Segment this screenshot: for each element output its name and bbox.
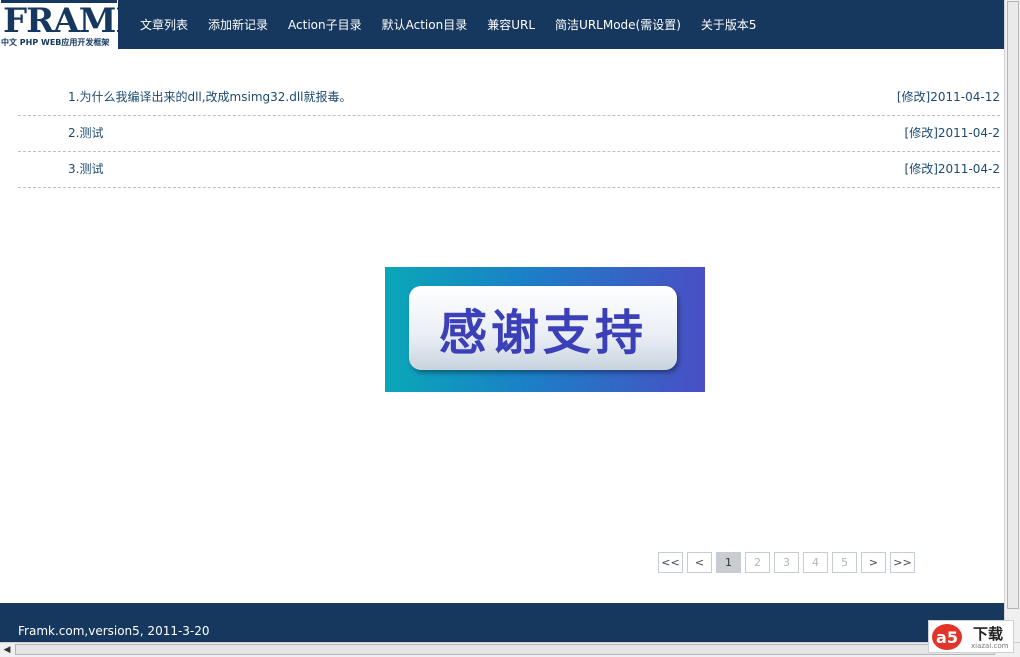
- list-item: 1.为什么我编译出来的dll,改成msimg32.dll就报毒。 [修改]201…: [18, 80, 1000, 116]
- horizontal-scrollbar[interactable]: ◀: [0, 642, 1020, 657]
- article-title-link[interactable]: 1.为什么我编译出来的dll,改成msimg32.dll就报毒。: [68, 88, 352, 105]
- support-banner[interactable]: 感谢支持: [385, 267, 705, 392]
- vertical-scrollbar[interactable]: [1004, 0, 1020, 642]
- article-list: 1.为什么我编译出来的dll,改成msimg32.dll就报毒。 [修改]201…: [18, 80, 1000, 188]
- pagination: << < 1 2 3 4 5 > >>: [658, 552, 919, 573]
- nav-default-action-dir[interactable]: 默认Action目录: [382, 16, 468, 33]
- support-banner-label: 感谢支持: [409, 286, 677, 370]
- article-meta: [修改]2011-04-2: [905, 124, 1000, 141]
- page-3-button[interactable]: 3: [774, 552, 799, 573]
- footer-bar: Framk.com,version5, 2011-3-20: [0, 603, 1004, 643]
- nav-compatible-url[interactable]: 兼容URL: [487, 16, 535, 33]
- nav-about-version5[interactable]: 关于版本5: [701, 16, 757, 33]
- logo-wordmark: FRAMK: [1, 0, 118, 41]
- main-nav: 文章列表 添加新记录 Action子目录 默认Action目录 兼容URL 简洁…: [130, 0, 767, 49]
- edit-link[interactable]: [修改]: [897, 90, 930, 104]
- page-2-button[interactable]: 2: [745, 552, 770, 573]
- watermark-url: xiazai.com: [971, 642, 1009, 650]
- nav-action-subdir[interactable]: Action子目录: [288, 16, 362, 33]
- nav-article-list[interactable]: 文章列表: [140, 16, 188, 33]
- nav-simple-url-mode[interactable]: 简洁URLMode(需设置): [555, 16, 681, 33]
- header-bar: FRAMK 中文 PHP WEB应用开发框架 文章列表 添加新记录 Action…: [0, 0, 1004, 49]
- framk-logo[interactable]: FRAMK 中文 PHP WEB应用开发框架: [0, 0, 118, 49]
- list-item: 3.测试 [修改]2011-04-2: [18, 152, 1000, 188]
- page-1-button[interactable]: 1: [716, 552, 741, 573]
- logo-subtitle: 中文 PHP WEB应用开发框架: [1, 38, 110, 47]
- prev-page-button[interactable]: <: [687, 552, 712, 573]
- nav-add-record[interactable]: 添加新记录: [208, 16, 268, 33]
- vertical-scroll-thumb[interactable]: [1007, 1, 1019, 609]
- last-page-button[interactable]: >>: [890, 552, 915, 573]
- footer-version-text: Framk.com,version5, 2011-3-20: [18, 624, 210, 638]
- first-page-button[interactable]: <<: [658, 552, 683, 573]
- page-4-button[interactable]: 4: [803, 552, 828, 573]
- article-date: 2011-04-12: [930, 90, 1000, 104]
- article-title-link[interactable]: 2.测试: [68, 124, 103, 141]
- a5-download-watermark: a5 下载 xiazai.com: [928, 620, 1014, 653]
- a5-logo-icon: a5: [932, 624, 962, 650]
- article-title-link[interactable]: 3.测试: [68, 160, 103, 177]
- article-date: 2011-04-2: [937, 162, 1000, 176]
- edit-link[interactable]: [修改]: [905, 162, 938, 176]
- article-date: 2011-04-2: [937, 126, 1000, 140]
- article-meta: [修改]2011-04-12: [897, 88, 1000, 105]
- horizontal-scroll-thumb[interactable]: [15, 644, 995, 655]
- watermark-text: 下载: [973, 625, 1004, 643]
- list-item: 2.测试 [修改]2011-04-2: [18, 116, 1000, 152]
- next-page-button[interactable]: >: [861, 552, 886, 573]
- scroll-left-arrow-icon[interactable]: ◀: [0, 643, 14, 657]
- edit-link[interactable]: [修改]: [905, 126, 938, 140]
- page-5-button[interactable]: 5: [832, 552, 857, 573]
- article-meta: [修改]2011-04-2: [905, 160, 1000, 177]
